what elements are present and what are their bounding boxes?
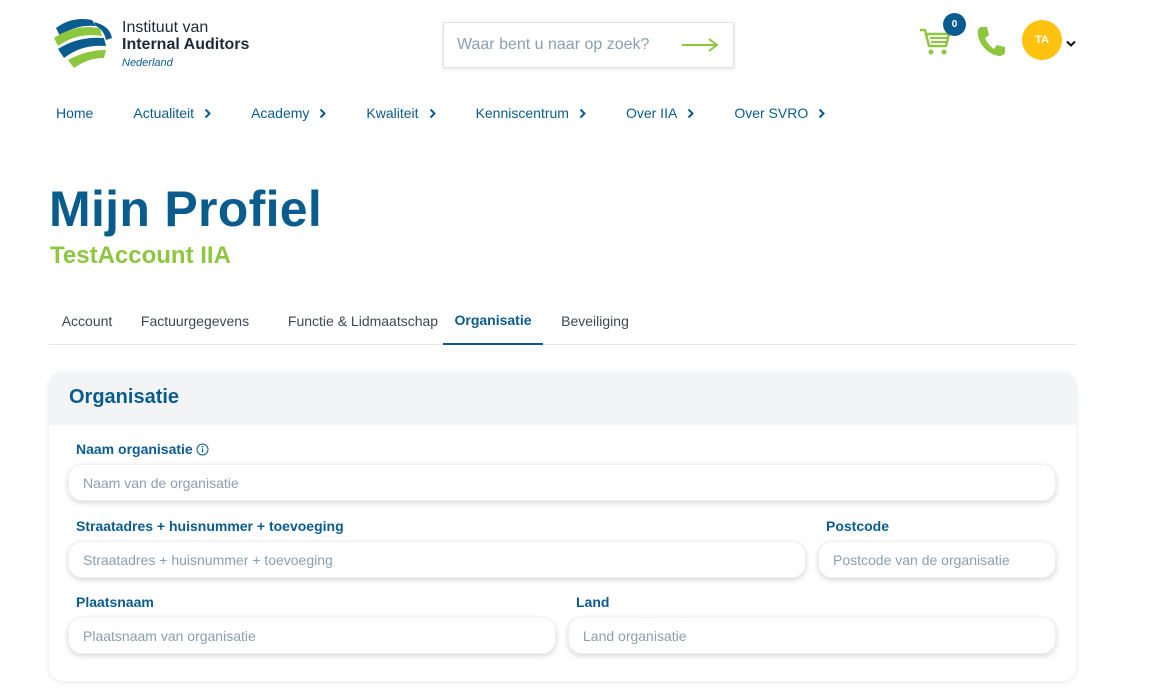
chevron-right-icon [579,108,586,118]
tab-functie-lidmaatschap[interactable]: Functie & Lidmaatschap [269,296,457,345]
search-box [443,22,734,68]
country-input[interactable] [583,627,1041,644]
tab-factuurgegevens[interactable]: Factuurgegevens [133,296,257,345]
page-title: Mijn Profiel [49,181,323,237]
nav-item-home[interactable]: Home [56,105,93,121]
profile-tabs: Account Factuurgegevens Functie & Lidmaa… [49,296,1076,345]
page-subtitle: TestAccount IIA [50,242,231,269]
nav-item-academy[interactable]: Academy [251,105,327,121]
nav-item-label: Over SVRO [734,105,809,121]
nav-item-over-svro[interactable]: Over SVRO [734,105,826,121]
site-logo[interactable]: Instituut van Internal Auditors Nederlan… [52,16,272,74]
tab-beveiliging[interactable]: Beveiliging [553,296,637,345]
chevron-right-icon [819,108,826,118]
tab-organisatie[interactable]: Organisatie [443,296,543,345]
search-input[interactable] [457,36,681,54]
nav-item-label: Kwaliteit [366,105,419,121]
nav-item-label: Kenniscentrum [475,105,569,121]
org-name-label-text: Naam organisatie [76,441,193,457]
nav-item-label: Over IIA [625,105,678,121]
org-name-label: Naam organisatie [76,441,209,457]
nav-item-kenniscentrum[interactable]: Kenniscentrum [476,105,586,121]
logo-line-1: Instituut van [122,19,209,36]
street-field [68,541,806,578]
logo-line-2: Internal Auditors [122,35,250,53]
street-input[interactable] [83,551,791,568]
street-label: Straatadres + huisnummer + toevoeging [76,518,344,534]
chevron-down-icon[interactable] [1066,35,1076,47]
nav-item-kwaliteit[interactable]: Kwaliteit [366,105,436,121]
city-field [68,617,556,654]
iia-logo-icon [54,19,112,68]
user-avatar[interactable]: TA [1022,20,1062,60]
phone-icon[interactable] [975,24,1007,58]
nav-item-over-iia[interactable]: Over IIA [625,105,695,121]
nav-item-label: Home [56,105,94,121]
postcode-input[interactable] [833,551,1041,568]
organisatie-card: Organisatie Naam organisatie Straatadres… [49,372,1076,681]
org-name-input[interactable] [83,474,1041,491]
postcode-field [818,541,1056,578]
nav-item-label: Academy [251,105,310,121]
tab-account[interactable]: Account [49,296,125,345]
logo-line-3: Nederland [122,56,173,69]
org-name-field [68,464,1056,501]
postcode-label: Postcode [826,518,890,534]
country-field [568,617,1056,654]
search-submit-arrow-icon[interactable] [681,36,721,54]
city-label: Plaatsnaam [76,594,154,610]
chevron-right-icon [320,108,327,118]
chevron-right-icon [688,108,695,118]
main-nav: Home Actualiteit Academy Kwaliteit Kenni… [56,104,865,122]
nav-item-label: Actualiteit [133,105,195,121]
nav-item-actualiteit[interactable]: Actualiteit [133,105,211,121]
chevron-right-icon [429,108,436,118]
city-input[interactable] [83,627,541,644]
card-title: Organisatie [69,386,180,408]
cart-count-badge: 0 [943,13,966,36]
card-header: Organisatie [49,372,1076,425]
country-label: Land [576,594,610,610]
info-icon[interactable] [196,443,209,456]
chevron-right-icon [204,108,211,118]
